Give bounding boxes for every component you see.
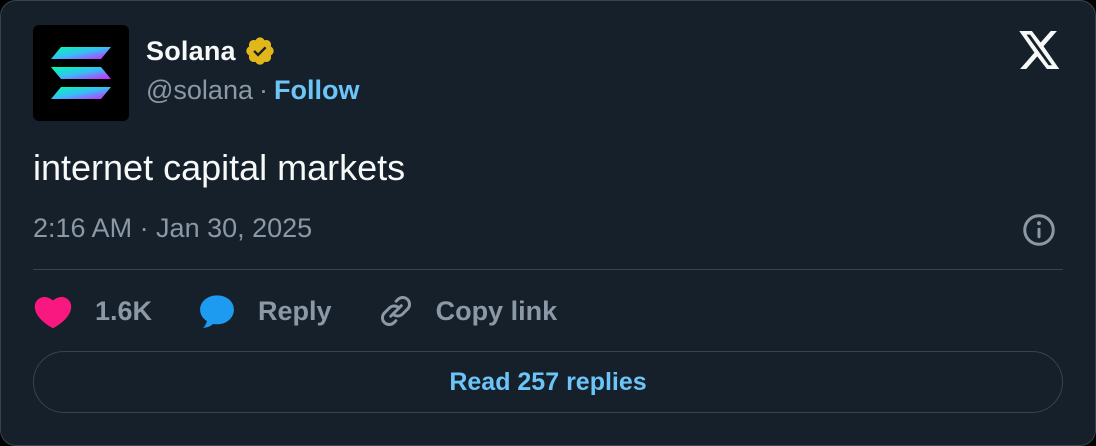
- info-icon[interactable]: [1021, 212, 1057, 248]
- read-replies-label: Read 257 replies: [449, 367, 647, 396]
- tweet-embed-card: Solana @solana · Follow internet capital…: [0, 0, 1096, 446]
- tweet-actions: 1.6K Reply Copy link: [33, 287, 603, 335]
- like-button[interactable]: 1.6K: [33, 293, 152, 329]
- tweet-text: internet capital markets: [33, 147, 406, 188]
- x-logo-icon[interactable]: [1019, 31, 1061, 69]
- read-replies-button[interactable]: Read 257 replies: [33, 351, 1063, 413]
- separator-dot: ·: [258, 75, 268, 105]
- link-icon: [380, 296, 411, 326]
- heart-icon: [34, 296, 72, 329]
- avatar[interactable]: [33, 25, 129, 121]
- author-handle[interactable]: @solana: [146, 75, 253, 106]
- solana-logo-icon: [51, 47, 111, 99]
- author-name-row: Solana: [146, 35, 276, 67]
- follow-button[interactable]: Follow: [274, 75, 359, 106]
- verified-badge-icon: [246, 37, 274, 65]
- reply-label: Reply: [258, 295, 332, 326]
- tweet-timestamp[interactable]: 2:16 AM · Jan 30, 2025: [33, 213, 312, 244]
- copy-link-label: Copy link: [435, 295, 558, 326]
- speech-bubble-icon: [200, 295, 234, 328]
- reply-button[interactable]: Reply: [198, 293, 332, 329]
- copy-link-button[interactable]: Copy link: [378, 293, 558, 329]
- author-handle-row: @solana · Follow: [146, 75, 359, 106]
- author-display-name[interactable]: Solana: [146, 36, 236, 67]
- like-count: 1.6K: [95, 295, 153, 326]
- divider: [33, 269, 1063, 270]
